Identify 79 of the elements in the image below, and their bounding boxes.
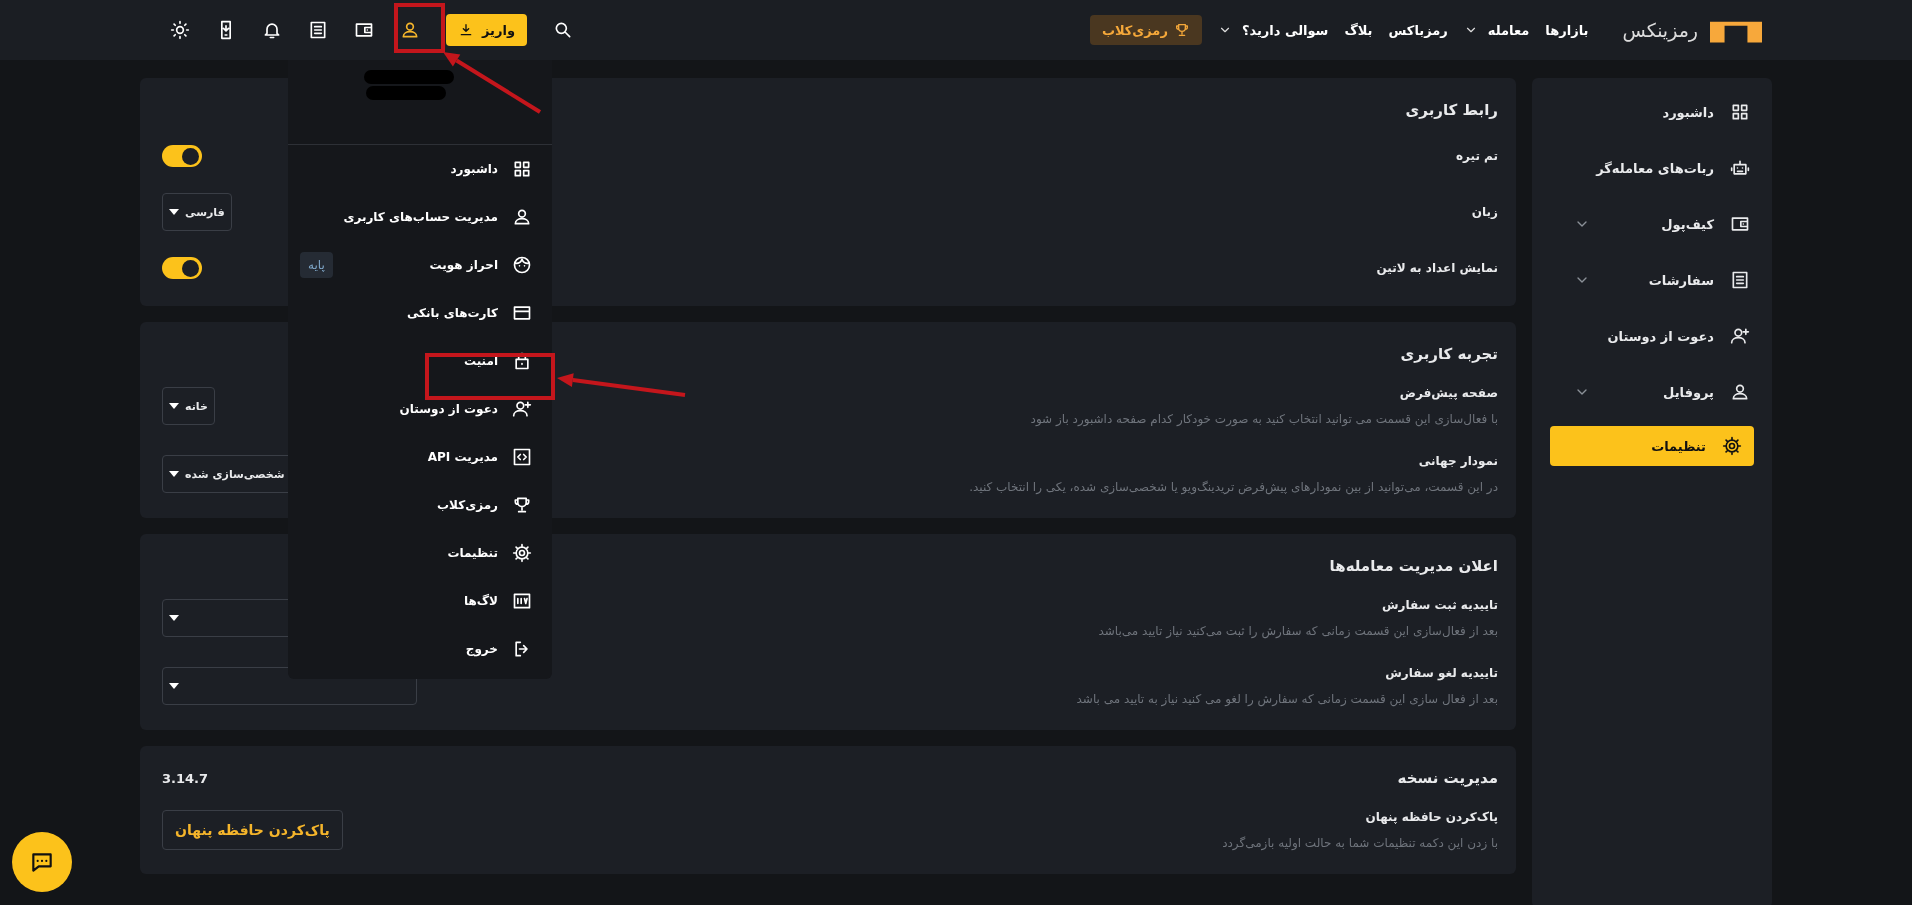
setting-description: با زدن این دکمه تنظیمات شما به حالت اولیه بازمی‌گردد [1222,836,1498,850]
user-plus-icon [1730,326,1750,346]
settings-icon [512,543,532,563]
nav-link[interactable]: بلاگ [1344,22,1373,38]
logo-text[interactable]: رمزینکس [1622,19,1698,41]
menu-item[interactable]: مدیریت حساب‌های کاربری [288,193,552,241]
trophy-icon [1173,22,1190,38]
toggle-switch[interactable] [162,145,202,167]
version-number: 3.14.7 [162,770,209,786]
setting-label: زبان [1471,205,1498,219]
menu-item[interactable]: لاگ‌ها [288,577,552,625]
dropdown-select[interactable]: فارسی [162,193,232,231]
club-button[interactable]: رمزی‌کلاب [1089,15,1202,45]
nav-link[interactable]: معامله [1463,22,1530,38]
robot-icon [1730,158,1750,178]
sidebar-item[interactable]: داشبورد [1532,84,1772,140]
chat-button[interactable] [12,832,72,892]
setting-label: تاییدیه ثبت سفارش [1381,598,1498,612]
trophy-icon [512,495,532,515]
list-icon[interactable] [308,20,328,40]
dropdown-select[interactable]: خانه [162,387,215,425]
setting-label: پاک‌کردن حافظه پنهان [1364,810,1498,824]
sidebar-item[interactable]: ربات‌های معامله‌گر [1532,140,1772,196]
user-icon [1730,382,1750,402]
user-icon [512,207,532,227]
section-title: رابط کاربری [1405,101,1498,119]
section-title: مدیریت نسخه [1397,769,1498,787]
menu-item[interactable]: داشبورد [288,145,552,193]
menu-item[interactable]: تنظیمات [288,529,552,577]
nav-link[interactable]: رمزباکس [1388,22,1448,38]
list-icon [1730,270,1750,290]
user-icon[interactable] [400,20,420,40]
sidebar-item[interactable]: پروفایل [1532,364,1772,420]
caret-icon [169,615,179,621]
wallet-icon[interactable] [354,20,374,40]
setting-label: تم تیره [1455,149,1498,163]
search-icon[interactable] [553,20,573,40]
level-badge: پایه [300,252,333,278]
deposit-button[interactable]: واریز [446,14,527,46]
caret-icon [169,403,179,409]
sun-icon[interactable] [170,20,190,40]
nav-link[interactable]: سوالی دارید؟ [1217,22,1329,38]
clear-cache-button[interactable]: پاک‌کردن حافظه پنهان [162,810,343,850]
menu-item[interactable]: احراز هویت پایه [288,241,552,289]
section-title: اعلان مدیریت معامله‌ها [1329,557,1498,575]
face-icon [512,255,532,275]
settings-icon [1722,436,1742,456]
setting-description: بعد از فعال سازی این قسمت زمانی که سفارش را لغو می کنید نیاز به تایید می باشد [1076,692,1498,706]
caret-icon [169,209,179,215]
nav-link[interactable]: بازارها [1545,22,1589,38]
sidebar-item[interactable]: کیف‌پول [1532,196,1772,252]
wallet-icon [1730,214,1750,234]
section-title: تجربه کاربری [1400,345,1498,363]
setting-description: در این قسمت، می‌توانید از بین نمودارهای پیش‌فرض تریدینگ‌ویو یا شخصی‌سازی شده، یکی را انتخاب کنید. [969,480,1498,494]
setting-label: نمایش اعداد به لاتین [1376,261,1498,275]
menu-item[interactable]: کارت‌های بانکی [288,289,552,337]
annotation-frame [394,3,445,53]
bell-icon[interactable] [262,20,282,40]
setting-description: بعد از فعال‌سازی این قسمت زمانی که سفارش را ثبت می‌کنید نیاز تایید می‌باشد [1098,624,1498,638]
grid-icon [1730,102,1750,122]
toggle-switch[interactable] [162,257,202,279]
card-icon [512,303,532,323]
user-plus-icon [512,399,532,419]
setting-label: نمودار جهانی [1417,454,1498,468]
menu-item[interactable]: دعوت از دوستان [288,385,552,433]
dev-icon [512,591,532,611]
download-icon [458,22,474,38]
caret-icon [169,471,179,477]
code-icon [512,447,532,467]
grid-icon [512,159,532,179]
setting-label: صفحه پیش‌فرض [1398,386,1498,400]
menu-item[interactable]: خروج [288,625,552,673]
sidebar-item[interactable]: سفارشات [1532,252,1772,308]
menu-item[interactable]: امنیت [288,337,552,385]
setting-label: تاییدیه لغو سفارش [1384,666,1498,680]
setting-description: با فعال‌سازی این قسمت می توانید انتخاب کنید به صورت خودکار کدام صفحه داشبورد باز شود [1030,412,1498,426]
caret-icon [169,683,179,689]
sidebar-item[interactable]: دعوت از دوستان [1532,308,1772,364]
sidebar-item[interactable]: تنظیمات [1550,426,1754,466]
